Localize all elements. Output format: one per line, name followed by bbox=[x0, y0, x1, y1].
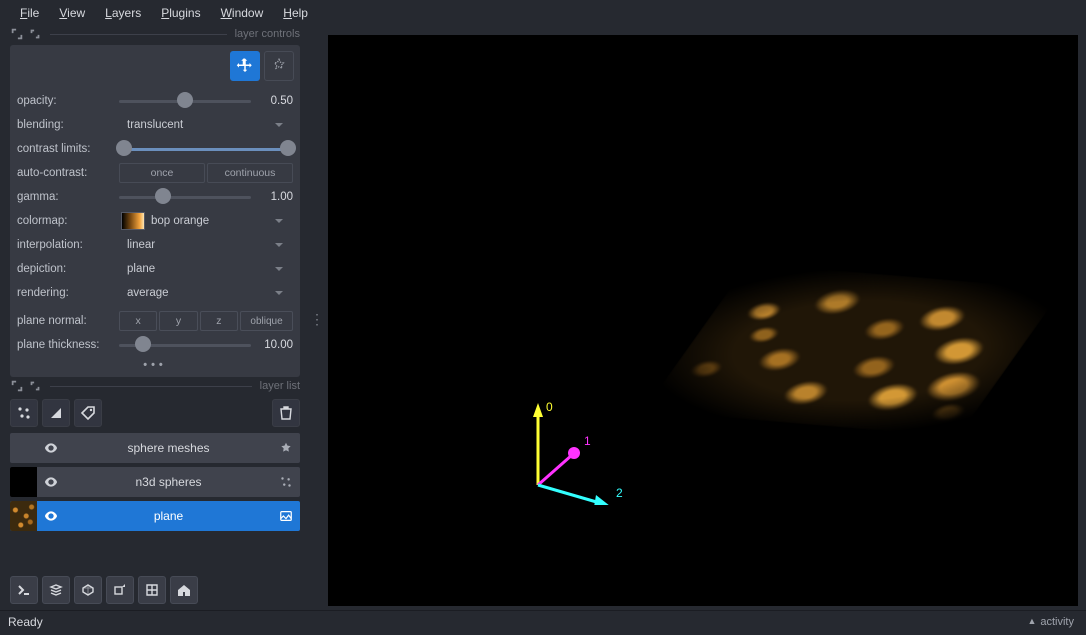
depiction-select[interactable]: plane bbox=[119, 258, 293, 280]
star-icon bbox=[272, 433, 300, 463]
auto-contrast-once-button[interactable]: once bbox=[119, 163, 205, 183]
home-button[interactable] bbox=[170, 576, 198, 604]
plane-normal-z-button[interactable]: z bbox=[200, 311, 238, 331]
depiction-label: depiction: bbox=[17, 263, 115, 275]
rendering-label: rendering: bbox=[17, 287, 115, 299]
axes-overlay: 0 1 2 bbox=[518, 375, 638, 505]
plane-thickness-slider[interactable] bbox=[119, 336, 251, 354]
opacity-value: 0.50 bbox=[255, 95, 293, 107]
plane-normal-label: plane normal: bbox=[17, 315, 115, 327]
layer-row-sphere-meshes[interactable]: sphere meshes bbox=[10, 433, 300, 463]
status-text: Ready bbox=[8, 615, 43, 629]
gamma-value: 1.00 bbox=[255, 191, 293, 203]
points-type-icon bbox=[272, 467, 300, 497]
opacity-label: opacity: bbox=[17, 95, 115, 107]
menu-file[interactable]: File bbox=[10, 4, 49, 22]
activity-toggle[interactable]: ▲activity bbox=[1027, 616, 1074, 628]
new-points-layer-button[interactable] bbox=[10, 399, 38, 427]
layer-thumbnail bbox=[10, 501, 37, 531]
layer-name: plane bbox=[65, 509, 272, 523]
blending-label: blending: bbox=[17, 119, 115, 131]
panel-divider[interactable]: ⋮ bbox=[310, 27, 324, 610]
visibility-toggle-icon[interactable] bbox=[37, 501, 65, 531]
unpop-icon[interactable] bbox=[10, 379, 24, 393]
layer-name: sphere meshes bbox=[65, 441, 272, 455]
layer-row-plane[interactable]: plane bbox=[10, 501, 300, 531]
chevron-down-icon bbox=[273, 119, 285, 131]
menu-bar: File View Layers Plugins Window Help bbox=[0, 0, 1086, 27]
image-type-icon bbox=[272, 501, 300, 531]
status-bar: Ready ▲activity bbox=[0, 610, 1086, 635]
gamma-label: gamma: bbox=[17, 191, 115, 203]
layer-thumbnail bbox=[10, 433, 37, 463]
svg-text:1: 1 bbox=[584, 434, 591, 448]
auto-contrast-label: auto-contrast: bbox=[17, 167, 115, 179]
blending-select[interactable]: translucent bbox=[119, 114, 293, 136]
viewer-buttons bbox=[0, 568, 310, 610]
colormap-label: colormap: bbox=[17, 215, 115, 227]
new-shapes-layer-button[interactable] bbox=[42, 399, 70, 427]
layer-thumbnail bbox=[10, 467, 37, 497]
canvas-viewer[interactable]: 0 1 2 bbox=[328, 35, 1078, 606]
chevron-down-icon bbox=[273, 239, 285, 251]
auto-contrast-continuous-button[interactable]: continuous bbox=[207, 163, 293, 183]
contrast-limits-slider[interactable] bbox=[119, 140, 293, 158]
plane-normal-x-button[interactable]: x bbox=[119, 311, 157, 331]
plane-normal-y-button[interactable]: y bbox=[159, 311, 197, 331]
layer-list-header-label: layer list bbox=[260, 380, 300, 392]
chevron-down-icon bbox=[273, 215, 285, 227]
visibility-toggle-icon[interactable] bbox=[37, 467, 65, 497]
layer-name: n3d spheres bbox=[65, 475, 272, 489]
rendered-plane bbox=[643, 263, 1063, 437]
menu-plugins[interactable]: Plugins bbox=[151, 4, 210, 22]
gamma-slider[interactable] bbox=[119, 188, 251, 206]
unpop-icon[interactable] bbox=[10, 27, 24, 41]
layer-controls-panel: opacity: 0.50 blending: translucent cont… bbox=[10, 45, 300, 377]
colormap-swatch bbox=[121, 212, 145, 230]
popout-icon[interactable] bbox=[28, 379, 42, 393]
chevron-down-icon bbox=[273, 263, 285, 275]
menu-help[interactable]: Help bbox=[273, 4, 318, 22]
popout-icon[interactable] bbox=[28, 27, 42, 41]
transform-mode-button[interactable] bbox=[264, 51, 294, 81]
expand-controls-toggle[interactable]: ••• bbox=[16, 357, 294, 371]
layer-list: sphere meshes n3d spheres plane bbox=[0, 431, 310, 533]
svg-text:2: 2 bbox=[616, 486, 623, 500]
console-button[interactable] bbox=[10, 576, 38, 604]
layer-controls-header-label: layer controls bbox=[235, 28, 300, 40]
roll-dims-button[interactable] bbox=[74, 576, 102, 604]
plane-thickness-label: plane thickness: bbox=[17, 339, 115, 351]
plane-normal-oblique-button[interactable]: oblique bbox=[240, 311, 293, 331]
transpose-button[interactable] bbox=[106, 576, 134, 604]
layer-row-n3d-spheres[interactable]: n3d spheres bbox=[10, 467, 300, 497]
grid-button[interactable] bbox=[138, 576, 166, 604]
interpolation-label: interpolation: bbox=[17, 239, 115, 251]
menu-window[interactable]: Window bbox=[211, 4, 274, 22]
left-panel: layer controls opacity: 0.50 bbox=[0, 27, 310, 610]
svg-text:0: 0 bbox=[546, 400, 553, 414]
delete-layer-button[interactable] bbox=[272, 399, 300, 427]
colormap-select[interactable]: bop orange bbox=[119, 210, 293, 232]
pan-zoom-mode-button[interactable] bbox=[230, 51, 260, 81]
visibility-toggle-icon[interactable] bbox=[37, 433, 65, 463]
rendering-select[interactable]: average bbox=[119, 282, 293, 304]
menu-view[interactable]: View bbox=[49, 4, 95, 22]
ndisplay-button[interactable] bbox=[42, 576, 70, 604]
interpolation-select[interactable]: linear bbox=[119, 234, 293, 256]
contrast-limits-label: contrast limits: bbox=[17, 143, 115, 155]
new-labels-layer-button[interactable] bbox=[74, 399, 102, 427]
chevron-down-icon bbox=[273, 287, 285, 299]
opacity-slider[interactable] bbox=[119, 92, 251, 110]
plane-thickness-value: 10.00 bbox=[255, 339, 293, 351]
menu-layers[interactable]: Layers bbox=[95, 4, 151, 22]
